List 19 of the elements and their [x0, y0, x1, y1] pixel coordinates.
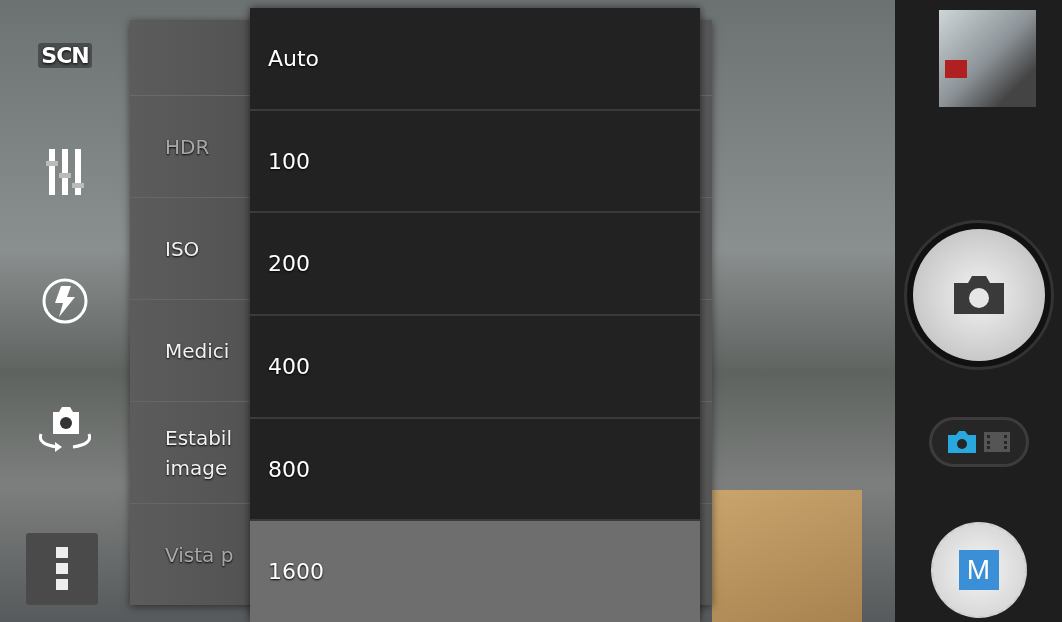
- scene-mode-label[interactable]: SCN: [38, 43, 92, 68]
- iso-option[interactable]: 400: [250, 316, 700, 419]
- iso-option[interactable]: 100: [250, 110, 700, 214]
- iso-option[interactable]: 1600: [250, 521, 700, 622]
- iso-option[interactable]: Auto: [250, 8, 700, 111]
- thumbnail-photo[interactable]: [939, 10, 1036, 107]
- camera-icon[interactable]: [946, 430, 977, 454]
- setting-label: Medici: [165, 337, 230, 365]
- flash-icon[interactable]: [41, 276, 89, 325]
- menu-button[interactable]: [26, 533, 98, 605]
- menu-icon: [56, 547, 68, 591]
- setting-label: Vista p: [165, 541, 234, 569]
- iso-option[interactable]: 200: [250, 213, 700, 316]
- sliders-icon[interactable]: [45, 147, 85, 198]
- setting-label: Estabil image: [165, 424, 232, 482]
- setting-label: ISO: [165, 235, 200, 263]
- camera-icon: [951, 275, 1006, 315]
- mode-switch[interactable]: [928, 417, 1029, 467]
- setting-label: HDR: [165, 133, 210, 161]
